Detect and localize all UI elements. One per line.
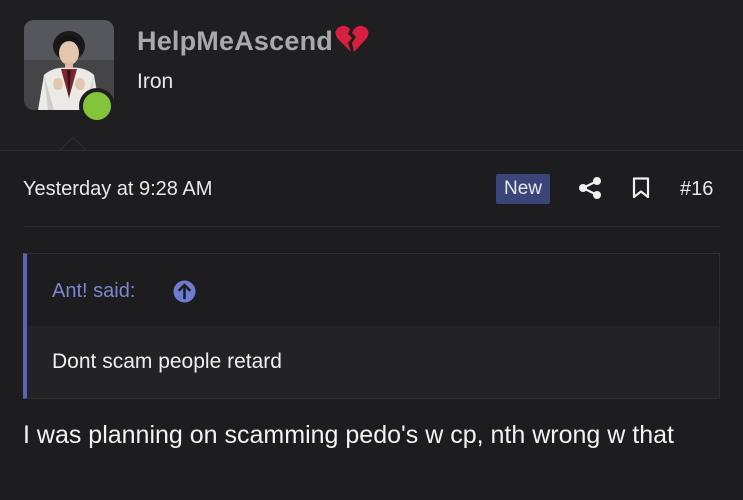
forum-post: HelpMeAscend Iron Yesterday at 9:28 AM N… (0, 0, 743, 500)
arrow-up-circle-icon[interactable] (173, 280, 196, 303)
quote-author[interactable]: Ant! said: (52, 280, 135, 303)
quote-content: Dont scam people retard (27, 326, 719, 398)
quote-text: Dont scam people retard (52, 350, 282, 373)
quote-header: Ant! said: (27, 254, 719, 326)
share-icon[interactable] (577, 176, 603, 200)
post-number-link[interactable]: #16 (680, 178, 713, 201)
quote-block: Ant! said: Dont scam people retard (23, 253, 720, 399)
post-pointer (58, 136, 88, 151)
post-message: I was planning on scamming pedo's w cp, … (23, 421, 674, 449)
bookmark-icon[interactable] (632, 177, 650, 199)
user-rank: Iron (137, 70, 174, 93)
post-date[interactable]: Yesterday at 9:28 AM (23, 178, 212, 201)
username-text: HelpMeAscend (137, 26, 333, 56)
username[interactable]: HelpMeAscend (137, 24, 369, 61)
divider (23, 226, 720, 227)
user-header: HelpMeAscend Iron (0, 0, 743, 150)
online-status-indicator (79, 88, 115, 124)
new-badge: New (496, 174, 551, 204)
broken-heart-icon (335, 24, 369, 61)
